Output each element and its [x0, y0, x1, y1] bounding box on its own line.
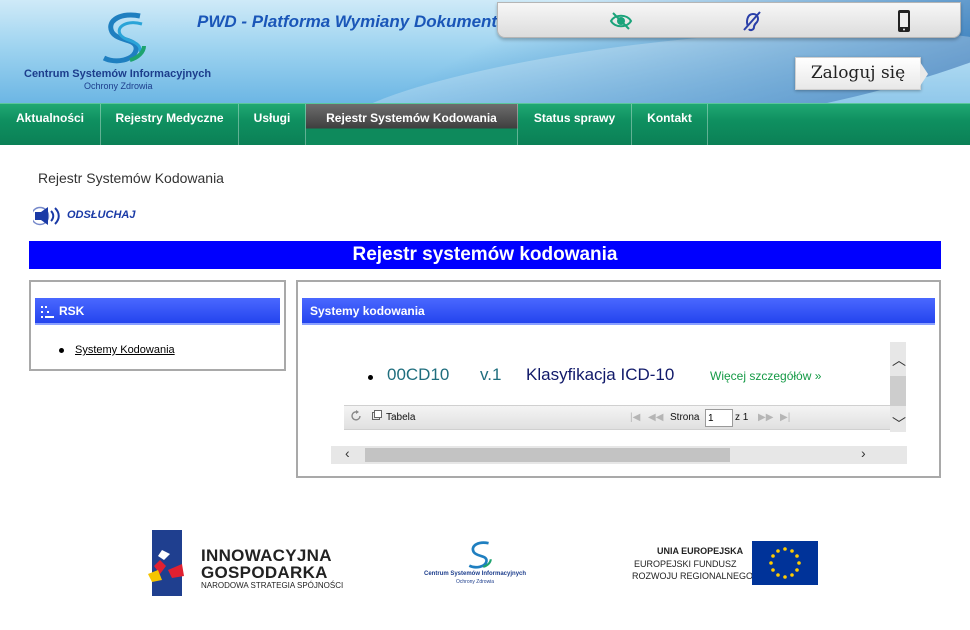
nav-item-label: Rejestry Medyczne [115, 111, 224, 125]
nav-item-aktualnosci[interactable]: Aktualności [0, 104, 101, 145]
csioz-logo[interactable]: Centrum Systemów Informacyjnych Ochrony … [22, 10, 222, 95]
listen-label: ODSŁUCHAJ [67, 209, 136, 221]
scroll-left-icon[interactable]: ‹ [345, 445, 350, 461]
nav-item-label: Usługi [253, 111, 291, 125]
listen-button[interactable]: ODSŁUCHAJ [30, 205, 135, 227]
ig-star-emblem-icon [148, 530, 184, 596]
site-title: PWD - Platforma Wymiany Dokumentów [197, 12, 521, 31]
nav-item-label: Rejestr Systemów Kodowania [326, 111, 497, 125]
eu-line-2: EUROPEJSKI FUNDUSZ [634, 559, 737, 569]
eu-stars-icon [769, 547, 801, 579]
rsk-panel-header: RSK [35, 298, 280, 325]
systemy-panel-header: Systemy kodowania [302, 298, 935, 325]
logo-name: Centrum Systemów Informacyjnych [24, 68, 212, 80]
nav-item-label: Aktualności [15, 111, 84, 125]
eu-line-1: UNIA EUROPEJSKA [657, 546, 744, 556]
nav-item-status-sprawy[interactable]: Status sprawy [518, 104, 632, 145]
last-page-icon[interactable]: ▶| [780, 412, 790, 423]
csioz-footer-sub: Ochrony Zdrowia [456, 579, 495, 585]
rsk-panel: RSK Systemy Kodowania [29, 280, 286, 371]
nav-item-label: Status sprawy [533, 111, 616, 125]
prev-page-icon[interactable]: ◀◀ [648, 412, 663, 423]
page-label: Strona [670, 412, 700, 423]
table-view-icon[interactable] [372, 410, 382, 423]
refresh-icon[interactable] [350, 410, 362, 425]
record-code: 00CD10 [387, 365, 450, 384]
hearing-impaired-icon[interactable] [740, 10, 764, 32]
login-button[interactable]: Zaloguj się [795, 57, 921, 90]
main-nav: Aktualności Rejestry Medyczne Usługi Rej… [0, 103, 970, 145]
first-page-icon[interactable]: |◀ [630, 412, 640, 423]
nav-item-kontakt[interactable]: Kontakt [632, 104, 708, 145]
speaker-icon [30, 206, 60, 226]
eu-flag-icon[interactable] [752, 541, 818, 585]
scroll-down-icon[interactable]: ﹀ [892, 414, 906, 434]
nav-item-uslugi[interactable]: Usługi [239, 104, 306, 145]
horizontal-scrollbar[interactable]: ‹ › [331, 445, 907, 464]
list-bullet [59, 348, 64, 353]
eu-line-3: ROZWOJU REGIONALNEGO [632, 571, 754, 581]
page-of-label: z 1 [735, 412, 749, 423]
record-bullet [368, 375, 373, 380]
scroll-up-icon[interactable]: ︿ [892, 350, 906, 370]
login-arrow [920, 62, 928, 86]
vertical-scrollbar[interactable]: ︿ ﹀ [890, 342, 906, 432]
csioz-footer-name: Centrum Systemów Informacyjnych [424, 571, 527, 577]
link-systemy-kodowania[interactable]: Systemy Kodowania [75, 344, 175, 356]
mobile-phone-icon[interactable] [892, 10, 916, 32]
record-name: Klasyfikacja ICD-10 [526, 365, 675, 384]
innowacyjna-gospodarka-logo[interactable] [148, 530, 188, 601]
record-version: v.1 [480, 365, 502, 384]
vertical-scroll-thumb[interactable] [890, 376, 906, 406]
table-view-label[interactable]: Tabela [386, 412, 415, 423]
nav-item-label: Kontakt [647, 111, 692, 125]
systemy-kodowania-panel: Systemy kodowania 00CD10 v.1 Klasyfikacj… [296, 280, 941, 478]
header: Centrum Systemów Informacyjnych Ochrony … [0, 0, 970, 103]
breadcrumb: Rejestr Systemów Kodowania [38, 170, 224, 186]
horizontal-scroll-thumb[interactable] [365, 448, 730, 462]
page-heading: Rejestr systemów kodowania [29, 241, 941, 269]
csioz-swoosh-small-icon [468, 541, 492, 569]
accessibility-bar [497, 2, 961, 38]
logo-subtitle: Ochrony Zdrowia [84, 81, 153, 91]
eye-contrast-icon[interactable] [609, 10, 633, 32]
nav-item-rejestr-systemow-kodowania[interactable]: Rejestr Systemów Kodowania [306, 104, 518, 145]
next-page-icon[interactable]: ▶▶ [758, 412, 773, 423]
rsk-panel-title: RSK [59, 304, 85, 318]
nav-item-rejestry-medyczne[interactable]: Rejestry Medyczne [101, 104, 239, 145]
ig-line-3: NARODOWA STRATEGIA SPÓJNOŚCI [201, 581, 344, 590]
tree-list-icon [41, 306, 54, 318]
scroll-right-icon[interactable]: › [861, 445, 866, 461]
page-number-input[interactable] [705, 409, 733, 427]
csioz-swoosh-icon [102, 12, 146, 64]
ig-line-2: GOSPODARKA [201, 563, 328, 582]
more-details-link[interactable]: Więcej szczegółów » [710, 369, 821, 383]
pager: Tabela |◀ ◀◀ Strona z 1 ▶▶ ▶| [344, 405, 890, 430]
